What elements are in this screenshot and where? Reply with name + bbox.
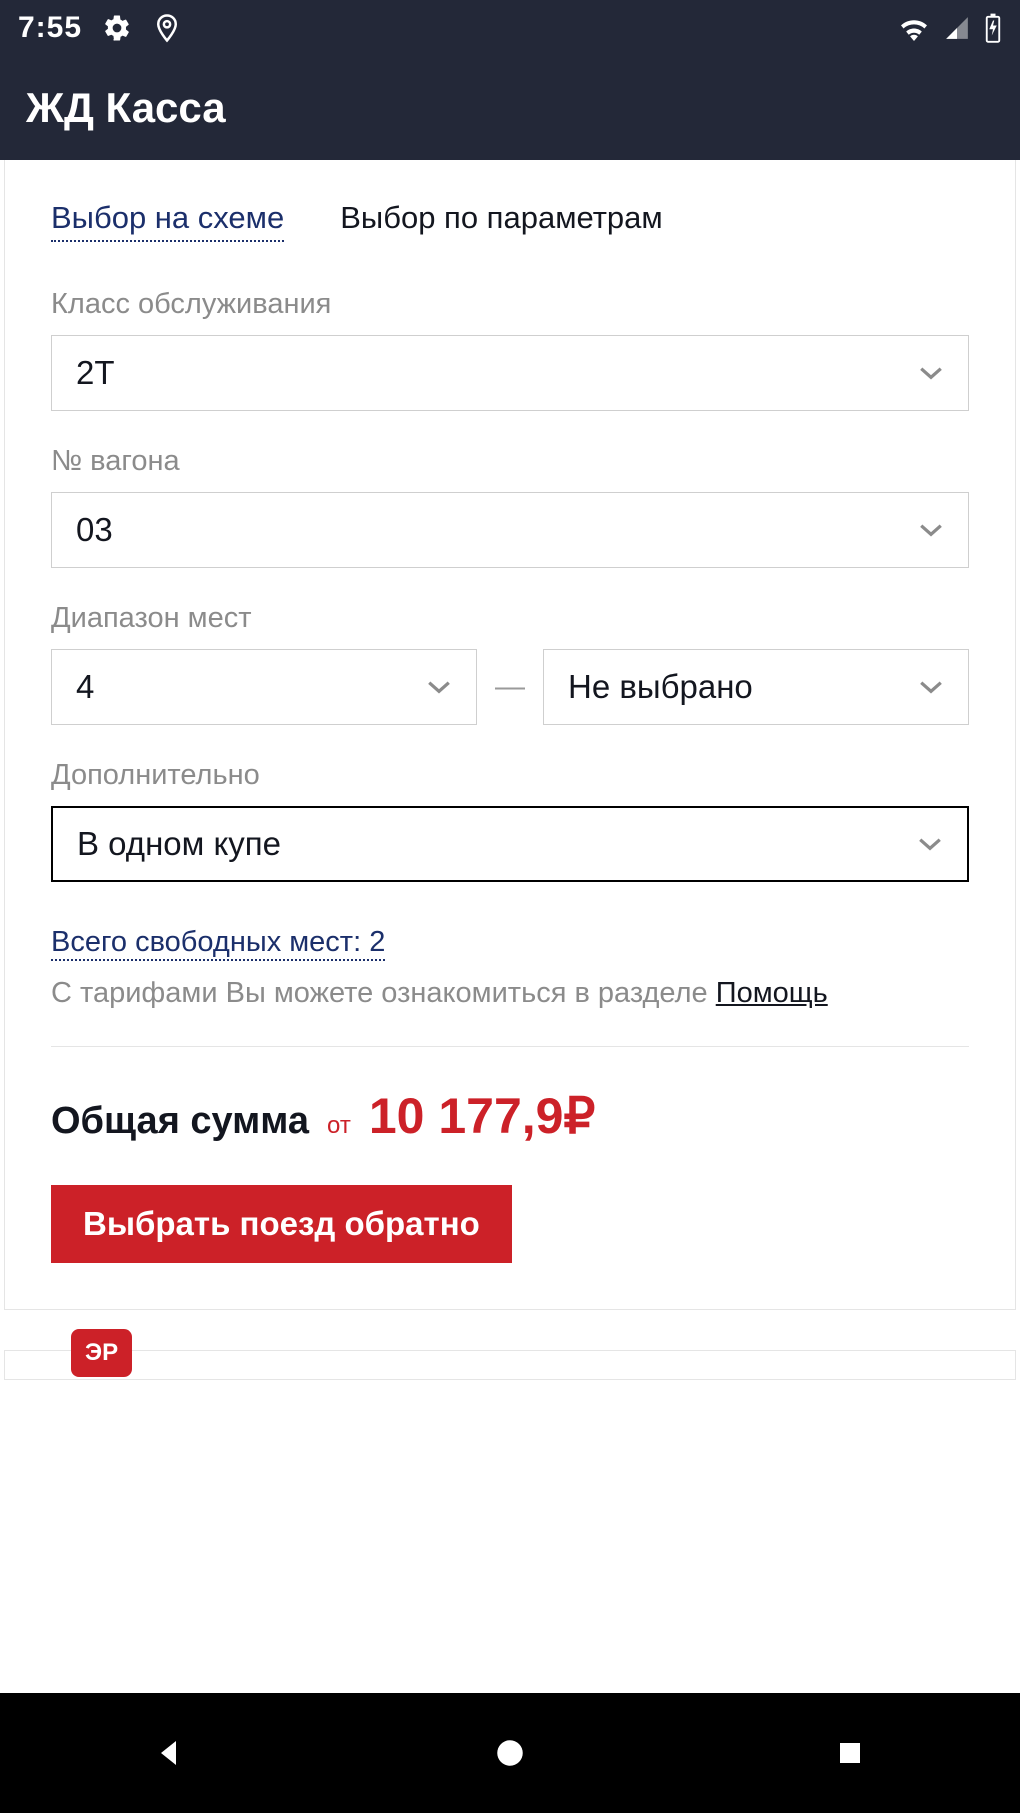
nav-home-button[interactable] [450,1713,570,1793]
status-time: 7:55 [18,11,82,45]
label-service-class: Класс обслуживания [51,288,969,321]
chevron-down-icon [918,679,944,695]
battery-icon [984,13,1002,43]
content-area: Выбор на схеме Выбор по параметрам Класс… [0,160,1020,1693]
select-service-class[interactable]: 2Т [51,335,969,411]
divider [51,1046,969,1047]
location-icon [152,13,182,43]
tariff-note-text: С тарифами Вы можете ознакомиться в разд… [51,977,716,1009]
next-card: ЭР [4,1350,1016,1380]
chevron-down-icon [917,836,943,852]
total-row: Общая сумма от 10 177,9₽ [51,1087,969,1145]
er-badge: ЭР [71,1329,132,1377]
help-link[interactable]: Помощь [716,977,828,1009]
total-from: от [327,1112,351,1140]
tab-params[interactable]: Выбор по параметрам [340,200,662,242]
field-wagon-number: № вагона 03 [51,445,969,568]
cell-icon [944,15,970,41]
seat-range-row: 4 — Не выбрано [51,649,969,725]
select-wagon-number-value: 03 [76,511,113,549]
app-titlebar: ЖД Касса [0,56,1020,160]
selection-card: Выбор на схеме Выбор по параметрам Класс… [4,160,1016,1310]
field-seat-range: Диапазон мест 4 — Не выбрано [51,602,969,725]
chevron-down-icon [918,522,944,538]
select-seat-from[interactable]: 4 [51,649,477,725]
select-seat-from-value: 4 [76,668,94,706]
label-wagon-number: № вагона [51,445,969,478]
select-wagon-number[interactable]: 03 [51,492,969,568]
chevron-down-icon [918,365,944,381]
total-label: Общая сумма [51,1100,309,1143]
select-return-train-button[interactable]: Выбрать поезд обратно [51,1185,512,1263]
field-service-class: Класс обслуживания 2Т [51,288,969,411]
tariff-note: С тарифами Вы можете ознакомиться в разд… [51,977,969,1010]
nav-back-button[interactable] [110,1713,230,1793]
chevron-down-icon [426,679,452,695]
phone-frame: 7:55 ЖД Касса Выбор на сх [0,0,1020,1813]
free-seats-link[interactable]: Всего свободных мест: 2 [51,926,385,961]
android-navbar [0,1693,1020,1813]
label-extra: Дополнительно [51,759,969,792]
label-seat-range: Диапазон мест [51,602,969,635]
nav-recent-button[interactable] [790,1713,910,1793]
select-service-class-value: 2Т [76,354,115,392]
selection-tabs: Выбор на схеме Выбор по параметрам [51,200,969,242]
select-seat-to[interactable]: Не выбрано [543,649,969,725]
field-extra: Дополнительно В одном купе [51,759,969,882]
wifi-icon [898,15,930,41]
select-extra-value: В одном купе [77,825,281,863]
status-right [898,13,1002,43]
status-bar: 7:55 [0,0,1020,56]
total-amount: 10 177,9₽ [369,1087,595,1145]
select-seat-to-value: Не выбрано [568,668,753,706]
range-dash: — [495,670,525,704]
gear-icon [102,13,132,43]
tab-scheme[interactable]: Выбор на схеме [51,200,284,242]
app-title: ЖД Касса [26,84,226,132]
select-extra[interactable]: В одном купе [51,806,969,882]
status-left: 7:55 [18,11,182,45]
